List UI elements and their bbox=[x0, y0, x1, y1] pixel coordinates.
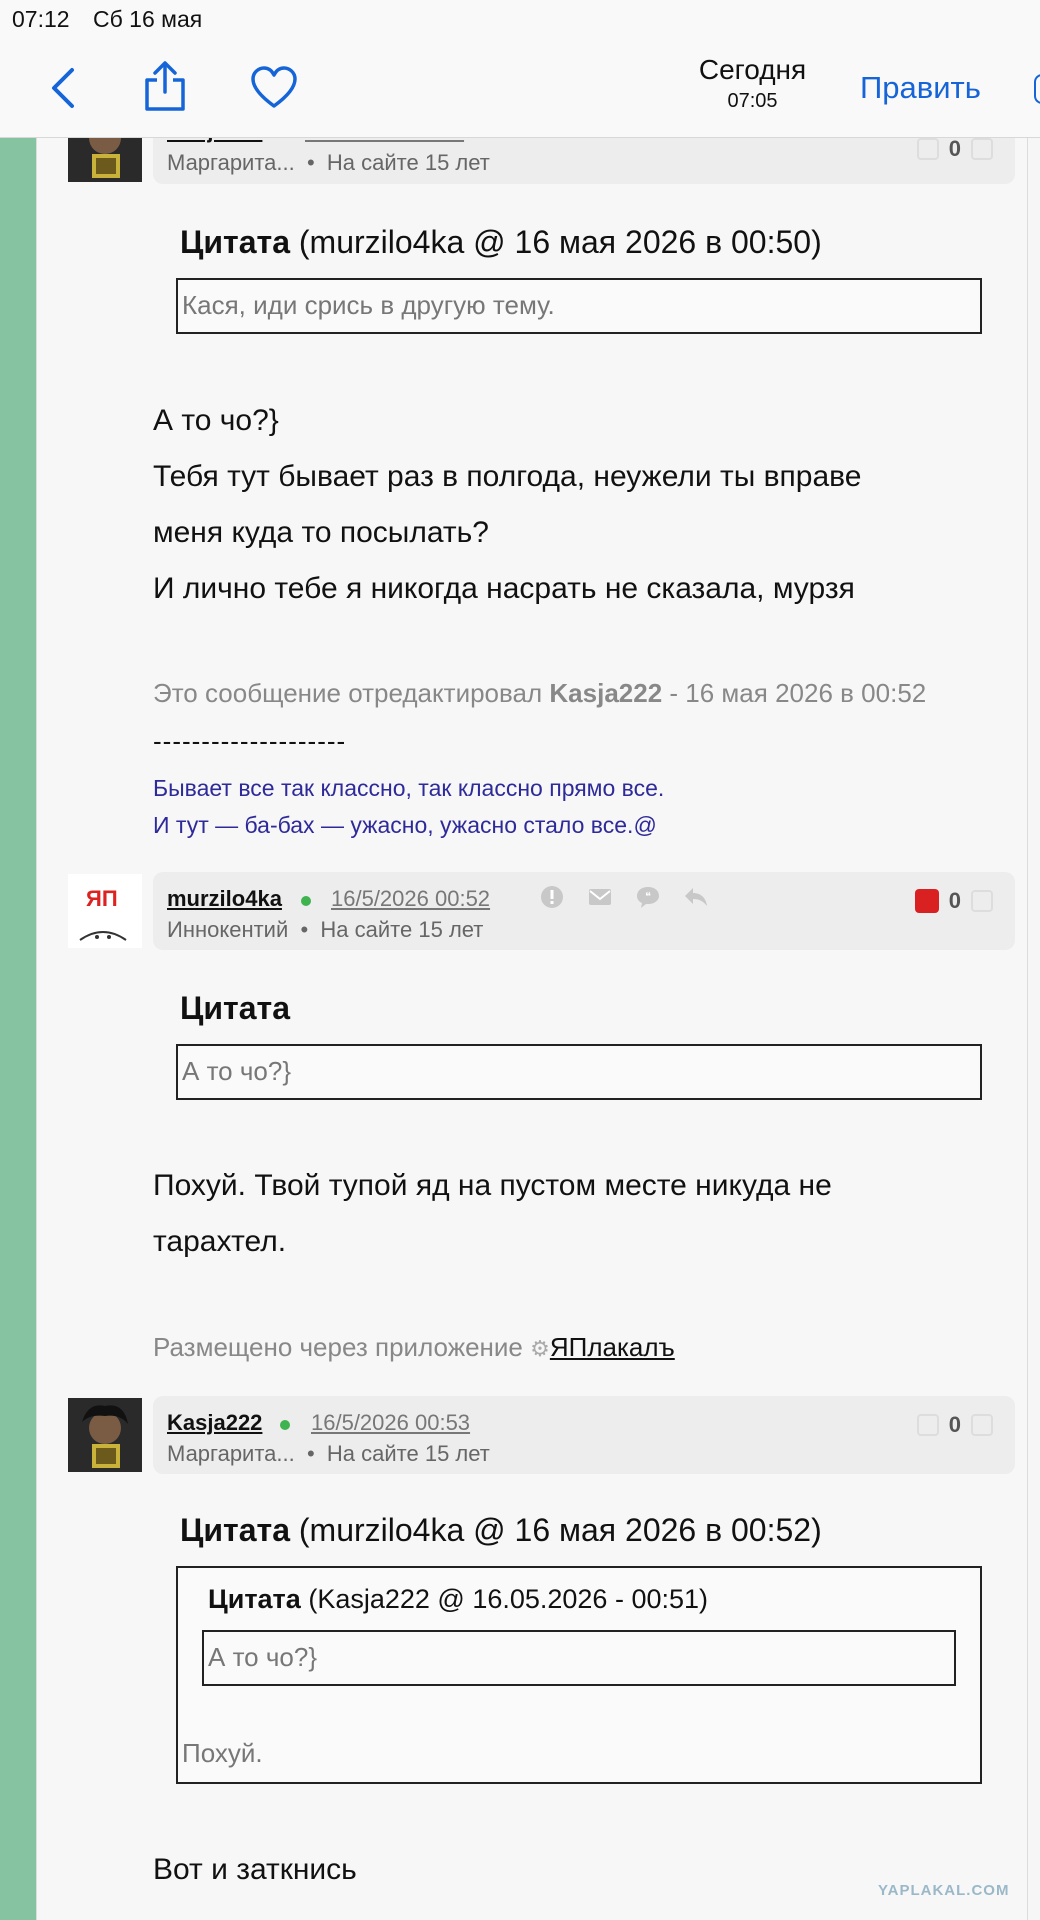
post-line: Тебя тут бывает раз в полгода, неужели т… bbox=[153, 460, 862, 493]
post-date[interactable]: 16/5/2026 00:52 bbox=[331, 886, 490, 912]
user-info: Иннокентий • На сайте 15 лет bbox=[167, 917, 484, 942]
quote-title: Цитата (murzilo4ka @ 16 мая 2026 в 00:52… bbox=[180, 1512, 822, 1549]
quote-label: Цитата bbox=[180, 224, 290, 260]
quote-title: Цитата bbox=[180, 990, 290, 1027]
post-date[interactable]: 16/5/2026 00:53 bbox=[311, 1410, 470, 1436]
post-line: И лично тебе я никогда насрать не сказал… bbox=[153, 572, 855, 605]
quote-label: Цитата bbox=[180, 1512, 290, 1548]
android-icon: ⚙ bbox=[530, 1336, 550, 1361]
post-line: Похуй. Твой тупой яд на пустом месте ник… bbox=[153, 1169, 832, 1202]
avatar[interactable] bbox=[68, 1398, 142, 1472]
chevron-left-icon[interactable] bbox=[44, 64, 84, 112]
quote-meta: (murzilo4ka @ 16 мая 2026 в 00:52) bbox=[298, 1512, 822, 1548]
inner-quote-text: А то чо?} bbox=[208, 1642, 318, 1672]
thumb-down-icon[interactable] bbox=[914, 889, 939, 913]
quote-icon[interactable]: ❝ bbox=[635, 884, 661, 910]
avatar-text: ЯП bbox=[86, 886, 118, 911]
site-age: На сайте 15 лет bbox=[320, 917, 484, 942]
user-info: Маргарита... • На сайте 15 лет bbox=[167, 150, 490, 175]
placed-prefix: Размещено через приложение bbox=[153, 1332, 523, 1362]
post-line: тарахтел. bbox=[153, 1225, 287, 1258]
reputation-count: 0 bbox=[948, 136, 961, 161]
user-info: Маргарита... • На сайте 15 лет bbox=[167, 1441, 490, 1466]
app-link[interactable]: ЯПлакалъ bbox=[550, 1332, 675, 1362]
quote-meta: (murzilo4ka @ 16 мая 2026 в 00:50) bbox=[298, 224, 822, 260]
quote-box: Кася, иди срись в другую тему. bbox=[176, 278, 982, 334]
inner-quote-meta: (Kasja222 @ 16.05.2026 - 00:51) bbox=[308, 1584, 709, 1614]
online-indicator bbox=[280, 1420, 290, 1430]
status-date: Сб 16 мая bbox=[93, 6, 203, 32]
post-body: Похуй. Твой тупой яд на пустом месте ник… bbox=[153, 1158, 1013, 1270]
user-title: Маргарита... bbox=[167, 150, 295, 175]
heart-icon[interactable] bbox=[250, 66, 298, 110]
edited-prefix: Это сообщение отредактировал bbox=[153, 678, 543, 708]
post-username[interactable]: Kasja222 bbox=[167, 1410, 262, 1436]
reputation-count: 0 bbox=[948, 1412, 961, 1437]
quote-label: Цитата bbox=[180, 990, 290, 1026]
thumb-down-icon[interactable] bbox=[916, 138, 939, 160]
today-label: Сегодня bbox=[698, 54, 807, 85]
forum-sidebar-strip bbox=[0, 138, 36, 1920]
quote-box: Цитата (Kasja222 @ 16.05.2026 - 00:51) А… bbox=[176, 1566, 982, 1784]
reply-icon[interactable] bbox=[683, 884, 709, 910]
post-body: А то чо?} Тебя тут бывает раз в полгода,… bbox=[153, 393, 1013, 617]
logo-eyes-icon bbox=[79, 931, 127, 941]
reputation: 0 bbox=[916, 136, 993, 162]
top-toolbar: Сегодня 07:05 Править bbox=[0, 38, 1040, 138]
today-indicator: Сегодня 07:05 bbox=[680, 54, 825, 113]
user-title: Маргарита... bbox=[167, 1441, 295, 1466]
quote-box: А то чо?} bbox=[176, 1044, 982, 1100]
exclamation-icon[interactable] bbox=[539, 884, 565, 910]
reputation: 0 bbox=[914, 888, 993, 914]
signature-line: И тут — ба-бах — ужасно, ужасно стало вс… bbox=[153, 812, 657, 838]
post-header: murzilo4ka 16/5/2026 00:52 ❝ Иннокентий … bbox=[153, 872, 1015, 950]
quote-text: А то чо?} bbox=[182, 1056, 292, 1086]
post-line: А то чо?} bbox=[153, 404, 279, 437]
user-title: Иннокентий bbox=[167, 917, 289, 942]
watermark: YAPLAKAL.COM bbox=[878, 1882, 1010, 1899]
edited-suffix: - 16 мая 2026 в 00:52 bbox=[669, 678, 927, 708]
site-age: На сайте 15 лет bbox=[326, 150, 490, 175]
avatar[interactable]: ЯП bbox=[68, 874, 142, 948]
quote-text: Похуй. bbox=[182, 1738, 263, 1768]
thumb-up-icon[interactable] bbox=[971, 1414, 993, 1436]
reputation-count: 0 bbox=[948, 888, 961, 913]
edited-note: Это сообщение отредактировал Kasja222 - … bbox=[153, 678, 926, 709]
toolbar-edge-icon[interactable] bbox=[1034, 74, 1040, 104]
inner-quote-label: Цитата bbox=[208, 1584, 301, 1614]
status-bar: 07:12 Сб 16 мая bbox=[0, 0, 1040, 38]
inner-quote-title: Цитата (Kasja222 @ 16.05.2026 - 00:51) bbox=[208, 1584, 708, 1615]
post-header: Kasja222 16/5/2026 00:53 Маргарита... • … bbox=[153, 1396, 1015, 1474]
avatar-image-icon bbox=[68, 1398, 142, 1472]
signature: Бывает все так классно, так классно прям… bbox=[153, 770, 664, 844]
quote-text: Кася, иди срись в другую тему. bbox=[182, 290, 555, 320]
signature-divider: -------------------- bbox=[153, 726, 347, 756]
edited-user[interactable]: Kasja222 bbox=[549, 678, 662, 708]
signature-line: Бывает все так классно, так классно прям… bbox=[153, 775, 665, 801]
post-username[interactable]: murzilo4ka bbox=[167, 886, 282, 912]
thumb-down-icon[interactable] bbox=[916, 1414, 939, 1436]
post-line: меня куда то посылать? bbox=[153, 516, 489, 549]
posted-via-app: Размещено через приложение ⚙ЯПлакалъ bbox=[153, 1332, 675, 1363]
edit-button[interactable]: Править bbox=[860, 70, 981, 106]
quote-title: Цитата (murzilo4ka @ 16 мая 2026 в 00:50… bbox=[180, 224, 822, 261]
today-time: 07:05 bbox=[727, 90, 778, 112]
envelope-icon[interactable] bbox=[587, 884, 613, 910]
thumb-up-icon[interactable] bbox=[971, 138, 993, 160]
inner-quote-box: А то чо?} bbox=[202, 1630, 956, 1686]
share-icon[interactable] bbox=[142, 60, 188, 112]
reputation: 0 bbox=[916, 1412, 993, 1438]
svg-text:❝: ❝ bbox=[645, 890, 651, 903]
online-indicator bbox=[301, 896, 311, 906]
site-age: На сайте 15 лет bbox=[326, 1441, 490, 1466]
thumb-up-icon[interactable] bbox=[971, 890, 993, 912]
status-time: 07:12 bbox=[12, 6, 70, 32]
